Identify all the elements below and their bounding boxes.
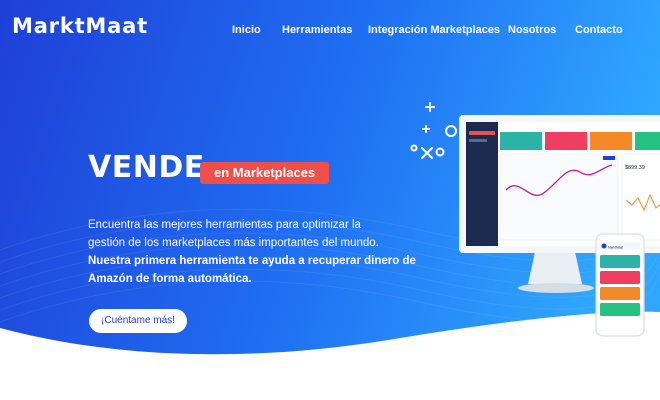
phone-card-teal	[600, 255, 640, 268]
sidebar-menu-item	[469, 131, 495, 135]
monitor-base	[518, 283, 594, 293]
hero-section: MarktMaat Inicio Herramientas Integració…	[0, 0, 660, 400]
dashboard-card-teal	[500, 132, 542, 150]
dashboard-card-orange	[590, 132, 632, 150]
phone-card-orange	[600, 287, 640, 300]
product-mockup: MarktMaat $899.39	[459, 115, 660, 337]
dashboard-card-pink	[545, 132, 587, 150]
monitor-stand	[528, 252, 582, 284]
phone-card-green	[600, 303, 640, 316]
mockup-app-name: MarktMaat	[608, 246, 623, 250]
mockup-price: $899.39	[625, 165, 645, 171]
phone-app-icon	[601, 243, 607, 249]
sidebar-menu-item-2	[469, 139, 487, 142]
chart-button	[603, 156, 615, 160]
phone-card-pink	[600, 271, 640, 284]
chart-panel	[499, 153, 619, 241]
dashboard-card-green	[635, 132, 660, 150]
